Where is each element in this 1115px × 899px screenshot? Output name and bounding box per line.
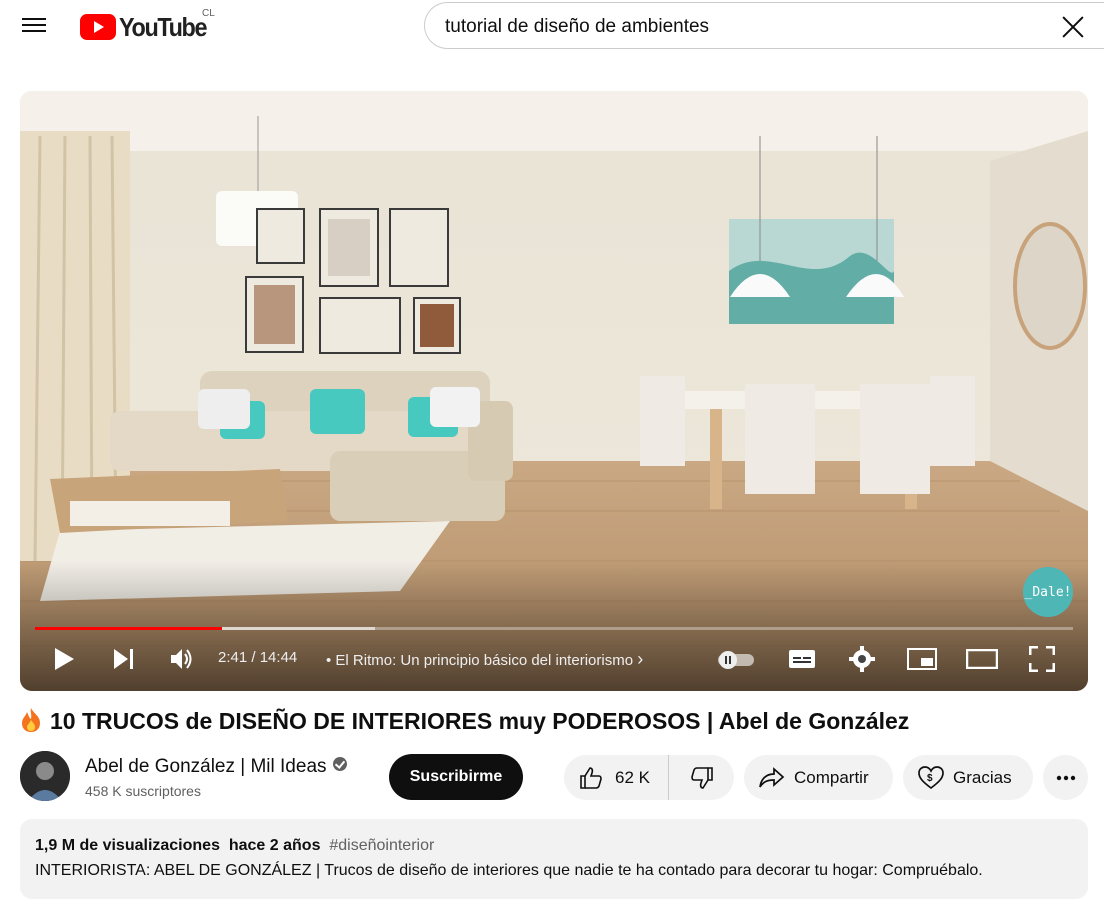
subscriber-count: 458 K suscriptores (85, 783, 201, 799)
youtube-logo[interactable]: YouTube (80, 12, 216, 42)
next-icon[interactable] (108, 637, 140, 681)
share-label: Compartir (794, 767, 869, 787)
subtitles-icon[interactable] (786, 637, 818, 681)
video-title-text: 10 TRUCOS de DISEÑO DE INTERIORES muy PO… (50, 708, 910, 734)
thanks-label: Gracias (953, 767, 1012, 787)
heart-dollar-icon: $ (918, 765, 944, 789)
view-count: 1,9 M de visualizaciones (35, 837, 220, 854)
subscribe-button[interactable]: Suscribirme (389, 754, 523, 800)
chapter-title[interactable]: • El Ritmo: Un principio básico del inte… (326, 649, 643, 670)
channel-avatar[interactable] (20, 751, 70, 801)
time-display: 2:41 / 14:44 (218, 649, 297, 666)
description-box[interactable]: 1,9 M de visualizaciones hace 2 años #di… (20, 819, 1088, 899)
youtube-logo-text: YouTube (119, 11, 208, 42)
hashtag-link[interactable]: #diseñointerior (329, 837, 434, 854)
channel-name-text: Abel de González | Mil Ideas (85, 756, 327, 777)
thumbs-down-icon (690, 766, 713, 789)
upload-age: hace 2 años (228, 837, 321, 854)
youtube-play-icon (80, 14, 116, 40)
video-frame (20, 91, 1088, 691)
time-current: 2:41 (218, 649, 248, 666)
channel-watermark[interactable]: _Dale! (1023, 567, 1073, 617)
description-text: INTERIORISTA: ABEL DE GONZÁLEZ | Trucos … (35, 862, 983, 879)
miniplayer-icon[interactable] (906, 637, 938, 681)
video-player[interactable]: _Dale! 2:41 / 14:44 • El Ritmo: Un princ… (20, 91, 1088, 691)
description-meta: 1,9 M de visualizaciones hace 2 años #di… (35, 837, 434, 855)
verified-check-icon (332, 757, 347, 771)
fullscreen-icon[interactable] (1026, 637, 1058, 681)
progress-bar[interactable] (35, 627, 1073, 630)
share-icon (759, 766, 785, 787)
search-input[interactable] (443, 11, 1047, 43)
chevron-right-icon: › (637, 649, 644, 669)
played-segment (35, 627, 222, 630)
more-actions-icon[interactable] (1043, 755, 1088, 800)
thanks-button[interactable]: $ Gracias (903, 755, 1033, 800)
hamburger-menu-icon[interactable] (22, 14, 48, 40)
svg-text:$: $ (927, 773, 933, 784)
like-dislike-group: 62 K (564, 755, 734, 800)
top-bar: YouTube CL (0, 0, 1115, 56)
chapter-label: • El Ritmo: Un principio básico del inte… (326, 652, 634, 669)
time-total: 14:44 (259, 649, 298, 666)
like-count: 62 K (615, 767, 650, 787)
search-box (424, 2, 1104, 49)
channel-name[interactable]: Abel de González | Mil Ideas (85, 756, 347, 778)
volume-icon[interactable] (166, 637, 198, 681)
player-controls: 2:41 / 14:44 • El Ritmo: Un principio bá… (20, 637, 1088, 681)
settings-gear-icon[interactable] (846, 637, 878, 681)
time-separator: / (247, 649, 260, 666)
play-icon[interactable] (48, 637, 80, 681)
thumbs-up-icon (580, 766, 602, 789)
theater-mode-icon[interactable] (965, 637, 999, 681)
share-button[interactable]: Compartir (744, 755, 893, 800)
like-button[interactable]: 62 K (564, 755, 669, 800)
country-code: CL (202, 8, 215, 19)
video-title: 10 TRUCOS de DISEÑO DE INTERIORES muy PO… (20, 707, 909, 735)
dislike-button[interactable] (669, 755, 734, 800)
fire-icon (22, 708, 40, 732)
clear-search-icon[interactable] (1060, 13, 1086, 39)
autoplay-toggle[interactable] (716, 637, 756, 681)
